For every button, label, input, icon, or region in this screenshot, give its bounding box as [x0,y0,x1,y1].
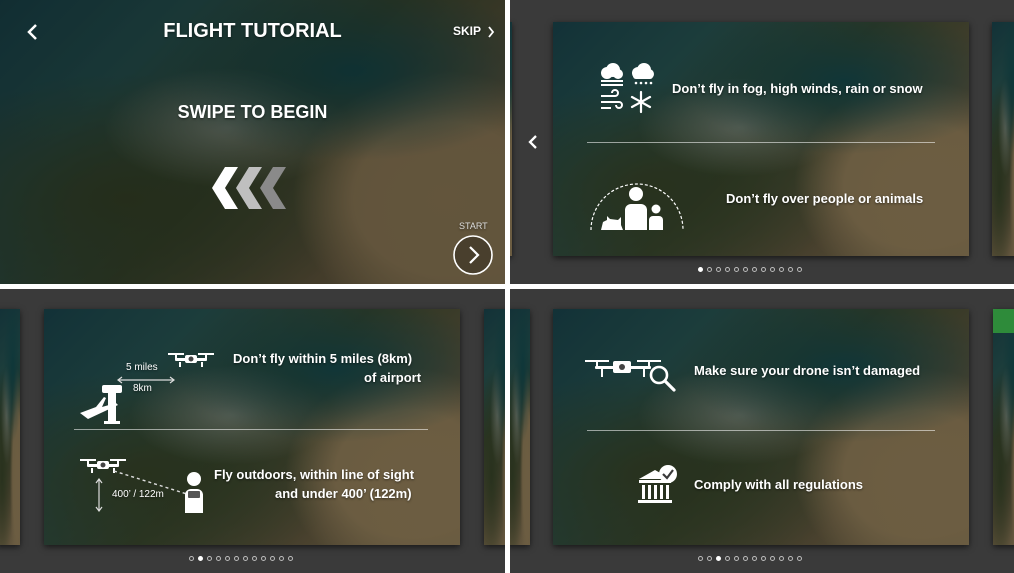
page-dot[interactable] [725,556,730,561]
page-dot[interactable] [234,556,239,561]
tutorial-card: Make sure your drone isn’t damaged Compl… [553,309,969,545]
next-card-peek [993,309,1014,545]
airport-icon [80,385,122,424]
drone-icon [168,353,214,367]
back-chevron-icon[interactable] [527,134,539,150]
start-circle-arrow-icon[interactable] [453,235,493,275]
tutorial-card: 5 miles 8km Don’t fly within 5 miles (8k… [44,309,460,545]
page-dot[interactable] [707,556,712,561]
page-dot[interactable] [216,556,221,561]
page-dot[interactable] [770,556,775,561]
page-dot[interactable] [779,267,784,272]
page-indicator [698,556,802,561]
page-dot[interactable] [770,267,775,272]
page-dot[interactable] [716,267,721,272]
page-dot[interactable] [725,267,730,272]
rule-regulations: Comply with all regulations [694,477,864,492]
altitude-label: 400’ / 122m [112,489,164,500]
page-dot[interactable] [752,556,757,561]
skip-chevron-icon [488,26,495,38]
page-dot[interactable] [698,556,703,561]
page-dot[interactable] [761,267,766,272]
page-dot[interactable] [189,556,194,561]
tutorial-weather-panel: Don’t fly in fog, high winds, rain or sn… [510,0,1014,284]
fog-icon [601,63,623,86]
page-dot[interactable] [788,267,793,272]
divider [74,429,428,430]
skip-button[interactable]: SKIP [453,24,495,38]
snowflake-icon [630,90,652,114]
page-dot[interactable] [252,556,257,561]
people-animals-icon [590,183,684,231]
page-dot[interactable] [270,556,275,561]
page-dot[interactable] [243,556,248,561]
tutorial-airspace-panel: 5 miles 8km Don’t fly within 5 miles (8k… [0,289,505,573]
weather-icons [601,63,654,114]
page-dot[interactable] [797,267,802,272]
rule-airport-line1: Don’t fly within 5 miles (8km) [233,351,413,366]
divider [587,142,935,143]
prev-card-peek [0,309,20,545]
page-dot[interactable] [734,556,739,561]
skip-label: SKIP [453,24,482,38]
page-dot[interactable] [716,556,721,561]
rain-snow-icon [632,63,654,85]
tutorial-checks-panel: Make sure your drone isn’t damaged Compl… [510,289,1014,573]
page-dot[interactable] [743,556,748,561]
start-label: START [459,221,488,231]
swipe-arrows-icon[interactable] [211,167,287,209]
page-dot[interactable] [743,267,748,272]
wind-icon [601,89,623,109]
page-dot[interactable] [761,556,766,561]
miles-label: 5 miles [126,362,158,373]
prev-card-peek [510,22,512,256]
divider [587,430,935,431]
page-dot[interactable] [198,556,203,561]
drone-inspection-icon [585,360,676,392]
home-icon-badge [993,309,1014,333]
rule-airport-line2: of airport [364,370,422,385]
rule-sight-line1: Fly outdoors, within line of sight [214,467,415,482]
tutorial-intro-panel: FLIGHT TUTORIAL SKIP SWIPE TO BEGIN STAR… [0,0,505,284]
page-dot[interactable] [207,556,212,561]
page-dot[interactable] [788,556,793,561]
tutorial-card: Don’t fly in fog, high winds, rain or sn… [553,22,969,256]
page-indicator [189,556,293,561]
page-dot[interactable] [752,267,757,272]
km-label: 8km [133,383,152,394]
rule-people: Don’t fly over people or animals [726,191,924,206]
pilot-icon [185,472,203,513]
next-card-peek [992,22,1014,256]
page-dot[interactable] [261,556,266,561]
page-indicator [698,267,802,272]
altitude-arrow [95,478,103,512]
next-card-peek [484,309,505,545]
page-title: FLIGHT TUTORIAL [163,20,342,42]
page-dot[interactable] [279,556,284,561]
regulations-icon [638,465,677,503]
page-dot[interactable] [707,267,712,272]
page-dot[interactable] [734,267,739,272]
rule-sight-line2: and under 400’ (122m) [275,486,412,501]
page-dot[interactable] [797,556,802,561]
page-dot[interactable] [288,556,293,561]
rule-weather: Don’t fly in fog, high winds, rain or sn… [672,81,923,96]
rule-damage: Make sure your drone isn’t damaged [694,363,921,378]
page-dot[interactable] [225,556,230,561]
page-dot[interactable] [779,556,784,561]
prev-card-peek [510,309,530,545]
swipe-instruction: SWIPE TO BEGIN [177,102,328,122]
page-dot[interactable] [698,267,703,272]
